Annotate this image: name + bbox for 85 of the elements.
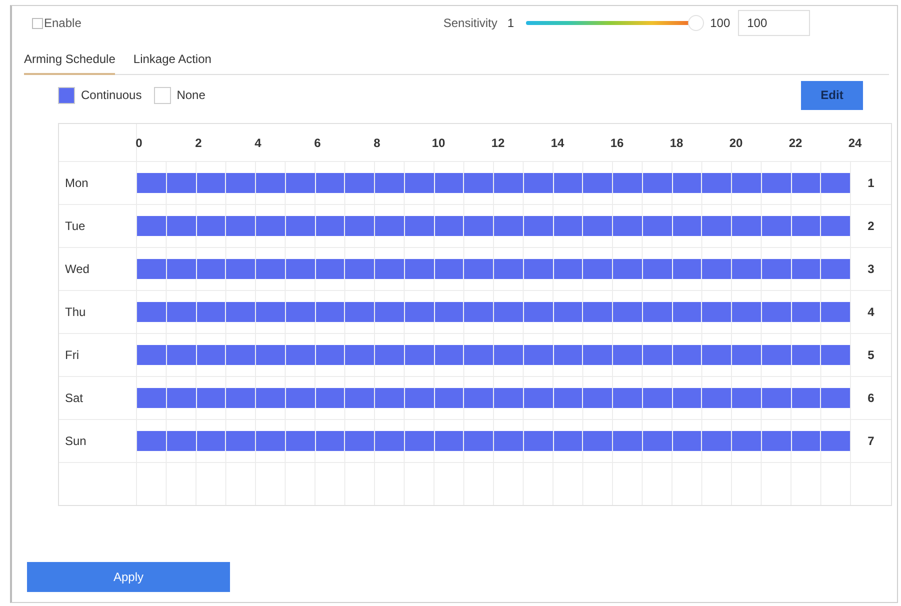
enable-label: Enable [44, 16, 82, 30]
schedule-slot[interactable] [434, 173, 464, 193]
schedule-slot[interactable] [672, 431, 702, 451]
schedule-slot[interactable] [434, 345, 464, 365]
schedule-slot[interactable] [316, 345, 344, 365]
hour-label: 2 [195, 136, 202, 150]
enable-checkbox[interactable] [32, 18, 43, 28]
schedule-slot[interactable] [196, 345, 226, 365]
schedule-slot[interactable] [316, 173, 344, 193]
schedule-slot[interactable] [792, 216, 820, 236]
hour-label: 4 [254, 136, 262, 150]
schedule-slot[interactable] [196, 388, 226, 408]
hour-label: 10 [432, 136, 446, 150]
legend-swatch[interactable] [154, 86, 171, 104]
schedule-slot[interactable] [672, 216, 702, 236]
sensitivity-label: Sensitivity [443, 16, 498, 30]
max-value-label: 100 [710, 16, 730, 30]
tab[interactable]: Arming Schedule [24, 52, 116, 75]
row-number: 5 [868, 348, 874, 362]
day-label: Wed [65, 262, 90, 276]
row-number: 7 [868, 434, 874, 448]
schedule-slot[interactable] [554, 388, 582, 408]
schedule-slot[interactable] [554, 302, 582, 322]
edit-button[interactable]: Edit [801, 80, 863, 110]
schedule-slot[interactable] [792, 431, 820, 451]
day-label: Mon [65, 176, 88, 190]
schedule-slot[interactable] [792, 259, 820, 279]
day-label: Sun [65, 434, 86, 448]
schedule-slot[interactable] [554, 216, 582, 236]
schedule-slot[interactable] [196, 302, 226, 322]
schedule-slot[interactable] [316, 259, 344, 279]
schedule-slot[interactable] [434, 216, 464, 236]
schedule-slot[interactable] [672, 388, 702, 408]
row-number: 4 [868, 305, 874, 319]
row-number: 2 [868, 219, 874, 233]
slider-thumb[interactable] [688, 15, 704, 31]
schedule-slot[interactable] [554, 173, 582, 193]
hour-label: 0 [136, 136, 142, 150]
hour-label: 18 [670, 136, 684, 150]
row-number: 3 [868, 262, 874, 276]
schedule-slot[interactable] [792, 173, 820, 193]
hour-label: 20 [729, 136, 743, 150]
day-label: Sat [65, 391, 84, 405]
hour-label: 8 [374, 136, 380, 150]
schedule-slot[interactable] [434, 431, 464, 451]
schedule-slot[interactable] [196, 173, 226, 193]
schedule-slot[interactable] [672, 302, 702, 322]
schedule-slot[interactable] [672, 173, 702, 193]
schedule-slot[interactable] [672, 259, 702, 279]
schedule-slot[interactable] [316, 216, 344, 236]
schedule-slot[interactable] [672, 345, 702, 365]
hour-label: 22 [788, 136, 802, 150]
row-number: 6 [868, 391, 874, 405]
row-number: 1 [868, 176, 874, 190]
legend-label: None [176, 88, 206, 102]
schedule-slot[interactable] [316, 302, 344, 322]
tab[interactable]: Linkage Action [133, 52, 212, 75]
legend-label: Continuous [81, 88, 142, 102]
day-label: Tue [65, 219, 86, 233]
schedule-slot[interactable] [196, 259, 226, 279]
schedule-slot[interactable] [434, 388, 464, 408]
apply-button[interactable]: Apply [27, 562, 230, 592]
schedule-slot[interactable] [792, 345, 820, 365]
hour-label: 12 [491, 136, 505, 150]
min-value-label: 1 [507, 16, 514, 30]
schedule-slot[interactable] [196, 431, 226, 451]
sensitivity-slider[interactable] [526, 15, 704, 31]
schedule-slot[interactable] [792, 302, 820, 322]
schedule-slot[interactable] [316, 431, 344, 451]
schedule-slot[interactable] [434, 302, 464, 322]
hour-label: 24 [848, 136, 862, 150]
sensitivity-input[interactable]: 100 [738, 10, 810, 36]
schedule-slot[interactable] [434, 259, 464, 279]
day-label: Thu [65, 305, 86, 319]
schedule-slot[interactable] [316, 388, 344, 408]
schedule-slot[interactable] [196, 216, 226, 236]
hour-label: 6 [314, 136, 321, 150]
schedule-slot[interactable] [792, 388, 820, 408]
schedule-slot[interactable] [554, 431, 582, 451]
day-label: Fri [65, 348, 79, 362]
hour-label: 16 [610, 136, 624, 150]
legend-swatch[interactable] [58, 86, 75, 104]
hour-label: 14 [550, 136, 564, 150]
schedule-slot[interactable] [554, 345, 582, 365]
schedule-slot[interactable] [554, 259, 582, 279]
